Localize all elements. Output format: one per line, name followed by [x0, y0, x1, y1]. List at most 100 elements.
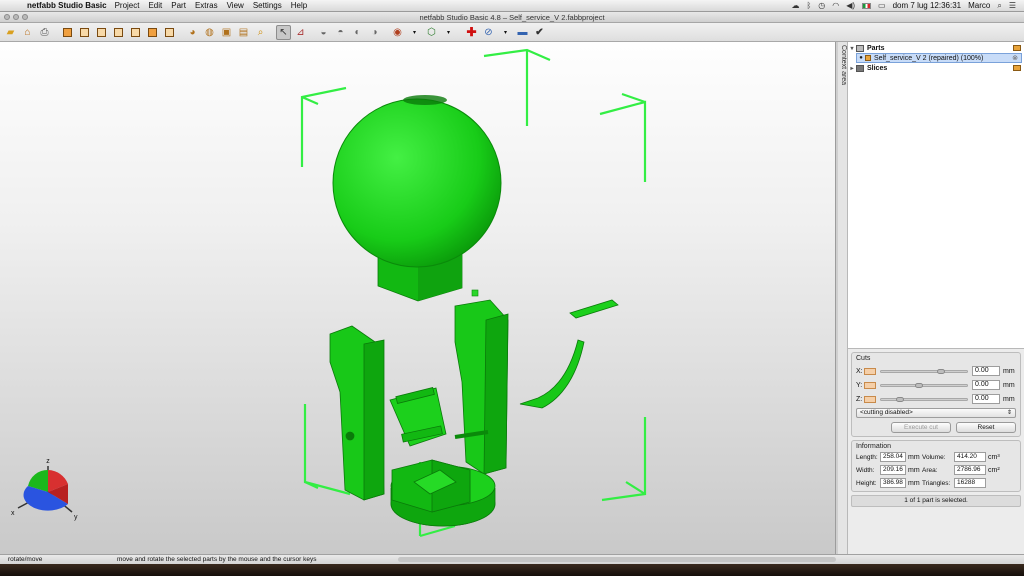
minimize-window-button[interactable]	[13, 14, 19, 20]
view-left-icon[interactable]	[94, 25, 109, 40]
height-label: Height:	[856, 479, 877, 487]
time-machine-icon[interactable]: ◷	[818, 1, 825, 10]
information-grid: Length: 258.04 mm Volume: 414.20 cm³ Wid…	[856, 452, 1016, 488]
right-bracket-part[interactable]	[454, 299, 509, 475]
tree-parts-row[interactable]: ▾ Parts	[848, 43, 1024, 53]
flat-plate-part[interactable]	[569, 299, 619, 319]
view-iso-icon[interactable]	[162, 25, 177, 40]
menu-edit[interactable]: Edit	[148, 1, 162, 10]
bluetooth-icon[interactable]: ᛒ	[806, 1, 811, 10]
volume-icon[interactable]: ◀)	[846, 1, 855, 10]
open-project-icon[interactable]: ▰	[3, 25, 18, 40]
measure-icon[interactable]: ⊿	[293, 25, 308, 40]
hinge-part[interactable]	[389, 387, 447, 447]
cut-x-slider[interactable]	[880, 368, 968, 374]
cut-y-input[interactable]: 0.00	[972, 380, 1000, 390]
magnifier-icon[interactable]: ⌕	[253, 25, 268, 40]
context-area-tab[interactable]: Context area	[838, 42, 848, 554]
rotate-part-icon[interactable]: ◒	[316, 25, 331, 40]
add-part-icon[interactable]: ⌂	[20, 25, 35, 40]
zoom-selection-icon[interactable]: ▤	[236, 25, 251, 40]
view-bottom-icon[interactable]	[145, 25, 160, 40]
cut-z-swatch[interactable]	[864, 395, 876, 403]
view-top-icon[interactable]	[128, 25, 143, 40]
select-arrow-icon[interactable]: ↖	[276, 24, 291, 40]
left-bracket-part[interactable]	[329, 325, 385, 501]
wifi-icon[interactable]: ◠	[832, 1, 839, 10]
menu-view[interactable]: View	[227, 1, 244, 10]
lever-part[interactable]	[519, 339, 585, 409]
zoom-all-icon[interactable]: ▣	[219, 25, 234, 40]
status-mode: rotate/move	[8, 556, 43, 563]
cut-x-slider-knob[interactable]	[937, 368, 945, 374]
context-area-label: Context area	[840, 45, 847, 86]
shading-icon[interactable]: ◕	[185, 25, 200, 40]
cuts-title: Cuts	[856, 355, 871, 362]
dropdown-arrow-icon[interactable]: ▾	[441, 25, 456, 40]
dropdown-arrow-icon[interactable]: ▾	[498, 25, 513, 40]
reset-button[interactable]: Reset	[956, 422, 1016, 433]
menu-help[interactable]: Help	[291, 1, 307, 10]
cut-y-slider-knob[interactable]	[915, 382, 923, 388]
move-part-icon[interactable]: ◓	[333, 25, 348, 40]
small-pin-part[interactable]	[471, 289, 479, 297]
tree-part-item[interactable]: ● Self_service_V 2 (repaired) (100%) ⊗	[856, 53, 1022, 63]
sphere-part[interactable]	[332, 95, 502, 302]
cut-z-input[interactable]: 0.00	[972, 394, 1000, 404]
analysis-icon[interactable]: ⬡	[424, 25, 439, 40]
3d-viewport[interactable]: z x y	[0, 42, 835, 554]
close-window-button[interactable]	[4, 14, 10, 20]
width-value: 209.16	[880, 465, 906, 475]
ruler-icon[interactable]: ▬	[515, 25, 530, 40]
execute-cut-button[interactable]: Execute cut	[891, 422, 951, 433]
cut-x-row: X: 0.00 mm	[856, 364, 1016, 378]
add-part-flag-icon[interactable]	[1013, 45, 1021, 51]
print-report-icon[interactable]: ⎙	[37, 25, 52, 40]
collapse-triangle-icon[interactable]: ▾	[848, 45, 856, 52]
cut-z-slider-knob[interactable]	[896, 396, 904, 402]
view-front-icon[interactable]	[60, 25, 75, 40]
wireframe-icon[interactable]: ◍	[202, 25, 217, 40]
cut-y-unit: mm	[1003, 381, 1015, 389]
repair-cross-icon[interactable]: ✚	[464, 25, 479, 40]
cut-z-slider[interactable]	[880, 396, 968, 402]
spotlight-icon[interactable]: ⌕	[997, 1, 1001, 11]
dropdown-arrow-icon[interactable]: ▾	[407, 25, 422, 40]
tree-slices-row[interactable]: ▸ Slices	[848, 63, 1024, 73]
axis-gizmo[interactable]: z x y	[11, 458, 78, 521]
menu-project[interactable]: Project	[115, 1, 140, 10]
expand-triangle-icon[interactable]: ▸	[848, 65, 856, 72]
cloud-icon[interactable]: ☁	[791, 1, 799, 10]
length-value: 258.04	[880, 452, 906, 462]
cut-icon[interactable]: ⊘	[481, 25, 496, 40]
cut-y-swatch[interactable]	[864, 381, 876, 389]
part-item-label: Self_service_V 2 (repaired) (100%)	[874, 54, 984, 62]
cut-y-slider[interactable]	[880, 382, 968, 388]
battery-icon[interactable]: ▭	[878, 1, 886, 10]
horizontal-scrollbar[interactable]	[398, 557, 836, 562]
user-menu[interactable]: Marco	[968, 1, 990, 10]
cut-mode-select[interactable]: <cutting disabled> ⇕	[856, 408, 1016, 418]
add-slice-flag-icon[interactable]	[1013, 65, 1021, 71]
clock[interactable]: dom 7 lug 12:36:31	[893, 1, 962, 10]
menu-extras[interactable]: Extras	[195, 1, 218, 10]
notification-center-icon[interactable]: ☰	[1009, 1, 1016, 10]
view-back-icon[interactable]	[77, 25, 92, 40]
cut-x-input[interactable]: 0.00	[972, 366, 1000, 376]
remove-part-icon[interactable]: ⊗	[1012, 54, 1018, 62]
mirror-part-icon[interactable]: ◑	[367, 25, 382, 40]
eye-icon[interactable]: ●	[857, 55, 865, 61]
input-source-flag-icon[interactable]	[862, 2, 872, 9]
tree-parts-label: Parts	[867, 44, 885, 52]
color-wheel-icon[interactable]: ◉	[390, 25, 405, 40]
cut-x-swatch[interactable]	[864, 367, 876, 375]
apply-checkmark-icon[interactable]: ✔	[532, 25, 547, 40]
viewport-canvas[interactable]: z x y	[0, 42, 835, 554]
app-menu[interactable]: netfabb Studio Basic	[27, 1, 107, 10]
zoom-window-button[interactable]	[22, 14, 28, 20]
menu-part[interactable]: Part	[171, 1, 186, 10]
view-right-icon[interactable]	[111, 25, 126, 40]
axis-z-label: z	[46, 458, 50, 465]
menu-settings[interactable]: Settings	[253, 1, 282, 10]
scale-part-icon[interactable]: ◐	[350, 25, 365, 40]
